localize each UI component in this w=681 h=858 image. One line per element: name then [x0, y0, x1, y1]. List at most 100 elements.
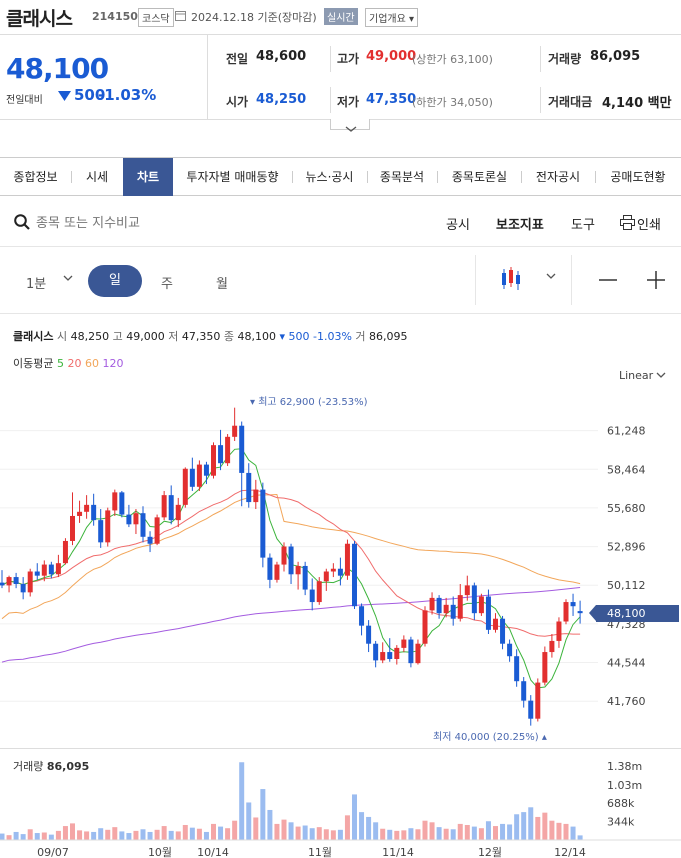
candle-body: [464, 585, 470, 596]
y-tick-label: 44,544: [607, 657, 646, 670]
scale-select[interactable]: Linear: [619, 369, 653, 382]
candlestick-type-icon[interactable]: [500, 266, 524, 292]
chevron-down-icon[interactable]: [62, 274, 74, 284]
volume-bar: [380, 828, 386, 840]
x-tick-label: 12월: [478, 846, 502, 858]
tab-disclosure[interactable]: 전자공시: [522, 158, 594, 196]
expand-button[interactable]: [330, 119, 370, 132]
tools-button[interactable]: 도구: [571, 214, 595, 233]
print-icon[interactable]: [620, 215, 635, 230]
candle-body: [126, 514, 132, 525]
low-label: 저가: [337, 95, 360, 109]
candle-body: [98, 520, 104, 543]
price-chart[interactable]: 61,24858,46455,68052,89650,11247,32844,5…: [0, 385, 681, 748]
lower-limit: (하한가 34,050): [412, 96, 493, 109]
candle-body: [330, 568, 336, 572]
company-overview-dropdown[interactable]: 기업개요 ▾: [365, 8, 418, 27]
candle-body: [309, 589, 315, 603]
candle-body: [281, 546, 287, 565]
candle-body: [478, 596, 484, 614]
volume-bar: [344, 815, 350, 840]
volume-bar: [34, 833, 40, 840]
volume-bar: [570, 826, 576, 840]
tab-price[interactable]: 시세: [72, 158, 122, 196]
tab-news[interactable]: 뉴스·공시: [293, 158, 366, 196]
tab-short-selling[interactable]: 공매도현황: [596, 158, 680, 196]
divider: [330, 46, 331, 72]
compare-search-input[interactable]: [36, 212, 236, 234]
candle-body: [366, 625, 372, 644]
ma-label: 이동평균: [13, 357, 54, 370]
search-icon[interactable]: [14, 214, 30, 231]
main-tabs: 종합정보 시세 차트 투자자별 매매동향 뉴스·공시 종목분석 종목토론실 전자…: [0, 157, 681, 196]
y-tick-label: 50,112: [607, 579, 646, 592]
trade-value-label: 거래대금: [548, 95, 593, 109]
quote-date: 2024.12.18 기준(장마감): [191, 11, 317, 24]
volume-bar: [20, 834, 26, 840]
candle-body: [415, 643, 421, 664]
zoom-out-icon[interactable]: [598, 270, 618, 290]
low-value: 47,350: [366, 92, 417, 107]
tab-discussion[interactable]: 종목토론실: [438, 158, 521, 196]
candle-body: [450, 604, 456, 619]
volume-bar: [133, 830, 139, 840]
candle-body: [274, 564, 280, 580]
volume-bar: [366, 816, 372, 840]
candle-body: [394, 647, 400, 659]
candle-body: [189, 468, 195, 487]
candle-body: [500, 618, 506, 644]
volume-bar: [84, 831, 90, 840]
zoom-in-icon[interactable]: [646, 270, 666, 290]
volume-bar: [478, 828, 484, 840]
legend-volume-label: 거: [355, 330, 366, 343]
period-minute-select[interactable]: 1분: [26, 273, 46, 292]
realtime-button[interactable]: 실시간: [324, 8, 358, 25]
chevron-down-icon[interactable]: [656, 372, 666, 380]
volume-legend-label: 거래량: [13, 760, 44, 773]
print-button[interactable]: 인쇄: [637, 214, 661, 233]
candle-body: [0, 582, 5, 586]
candle-body: [570, 602, 576, 607]
period-week-button[interactable]: 주: [161, 273, 173, 292]
price-change-pct: -1.03%: [98, 86, 157, 104]
volume-bar: [471, 826, 477, 840]
chevron-down-icon[interactable]: [545, 272, 557, 282]
indicators-button[interactable]: 보조지표: [496, 214, 544, 233]
candle-body: [147, 536, 153, 544]
volume-bar: [253, 817, 259, 840]
volume-bar: [500, 823, 506, 840]
candle-body: [55, 563, 61, 575]
down-triangle-icon: [58, 91, 71, 101]
tab-investor-trading[interactable]: 투자자별 매매동향: [174, 158, 291, 196]
period-day-button[interactable]: 일: [88, 265, 142, 297]
candle-body: [408, 639, 414, 664]
prev-close-value: 48,600: [256, 49, 307, 64]
period-month-button[interactable]: 월: [216, 273, 228, 292]
volume-bar: [112, 827, 118, 840]
volume-bar: [182, 824, 188, 840]
tab-analysis[interactable]: 종목분석: [368, 158, 436, 196]
candle-body: [13, 577, 19, 585]
disclosure-button[interactable]: 공시: [446, 214, 470, 233]
y-tick-label: 58,464: [607, 463, 646, 476]
volume-bar: [225, 828, 231, 840]
volume-bar: [387, 829, 393, 840]
volume-bar: [373, 822, 379, 840]
volume-chart[interactable]: 1.38m 1.03m 688k 344k 09/07 10월 10/14 11월 11/14 1…: [0, 748, 681, 858]
tab-chart[interactable]: 차트: [123, 158, 173, 196]
volume-bar: [147, 831, 153, 840]
high-label: 고가: [337, 52, 360, 66]
volume-bar: [55, 830, 61, 840]
candle-body: [161, 495, 167, 518]
volume-bar: [218, 826, 224, 840]
tab-summary[interactable]: 종합정보: [0, 158, 71, 196]
volume-legend-value: 86,095: [46, 760, 90, 773]
x-tick-label: 09/07: [37, 846, 69, 858]
volume-bar: [281, 819, 287, 840]
volume-bar: [316, 827, 322, 840]
divider: [207, 35, 208, 119]
candle-body: [316, 581, 322, 603]
candle-body: [267, 557, 273, 580]
divider: [0, 313, 681, 314]
candle-body: [457, 595, 463, 619]
